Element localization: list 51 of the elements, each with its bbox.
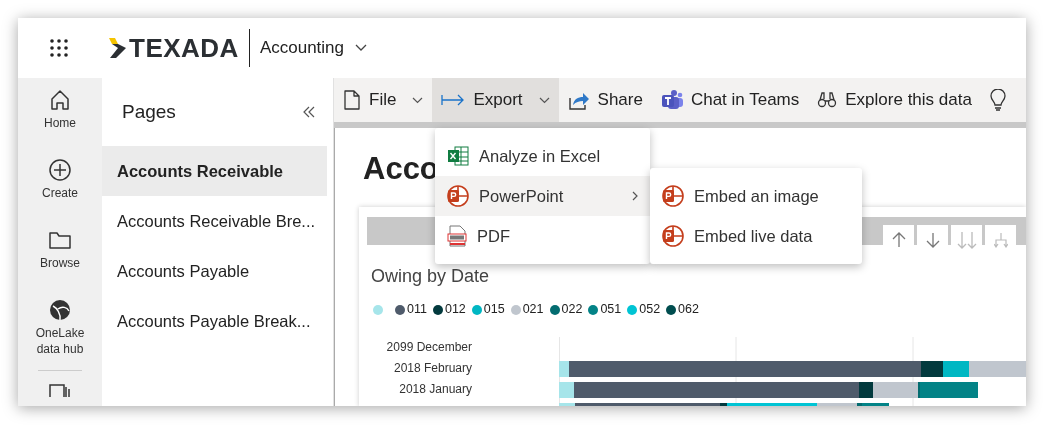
legend-label: 021 [522, 301, 544, 319]
legend-label: 011 [407, 301, 427, 319]
page-item[interactable]: Accounts Receivable [102, 146, 327, 196]
legend-label: 062 [678, 301, 699, 319]
pdf-icon [447, 225, 467, 247]
rail-item-label[interactable]: OneLake data hub [28, 325, 92, 357]
toolbar-button[interactable]: Share [558, 78, 652, 122]
powerpoint-icon [662, 225, 684, 247]
home-icon[interactable] [48, 88, 72, 112]
rail-item-label[interactable]: Create [28, 185, 92, 201]
legend-label: 022 [561, 301, 583, 319]
legend-label: 051 [600, 301, 622, 319]
excel-icon [447, 145, 469, 167]
toolbar-button[interactable]: Explore this data [808, 78, 981, 122]
add-icon[interactable] [48, 158, 72, 182]
chevron-down-icon [538, 96, 550, 104]
powerpoint-icon [662, 185, 684, 207]
brand-name: TEXADA [129, 35, 239, 61]
logo-icon [109, 38, 126, 58]
chevron-right-icon [632, 191, 638, 201]
legend-label: 052 [639, 301, 661, 319]
document-icon [343, 90, 361, 110]
workspace-name[interactable]: Accounting [259, 35, 345, 61]
powerpoint-icon [447, 185, 469, 207]
menu-item[interactable]: Embed live data [650, 216, 862, 256]
app-launcher-icon[interactable] [49, 38, 69, 58]
workspaces-icon[interactable] [48, 383, 72, 397]
export-arrow-icon [441, 94, 466, 106]
menu-item[interactable]: PowerPoint [435, 176, 650, 216]
collapse-icon[interactable] [303, 106, 315, 118]
teams-icon [660, 89, 683, 111]
binoculars-icon [817, 92, 838, 108]
toolbar-button[interactable]: Export [432, 78, 559, 122]
axis-label: 2018 February [392, 359, 472, 377]
panel-title: Pages [122, 99, 176, 124]
legend-label: 015 [483, 301, 505, 319]
toolbar-button[interactable]: Chat in Teams [651, 78, 809, 122]
menu-item[interactable]: Embed an image [650, 176, 862, 216]
menu-item[interactable]: PDF [435, 216, 650, 256]
rail-item-label[interactable]: Home [28, 115, 92, 131]
chevron-down-icon [412, 96, 424, 104]
chart-title: Owing by Date [371, 265, 491, 289]
toolbar-button[interactable]: File [334, 78, 433, 122]
axis-label: 2099 December [385, 338, 472, 356]
legend-label: 012 [444, 301, 466, 319]
chevron-down-icon[interactable] [355, 44, 368, 52]
share-icon [567, 90, 590, 110]
rail-item-label[interactable]: Browse [28, 255, 92, 271]
menu-item[interactable]: Analyze in Excel [435, 136, 650, 176]
axis-label: 2018 January [398, 380, 472, 398]
globe-icon[interactable] [48, 298, 72, 322]
